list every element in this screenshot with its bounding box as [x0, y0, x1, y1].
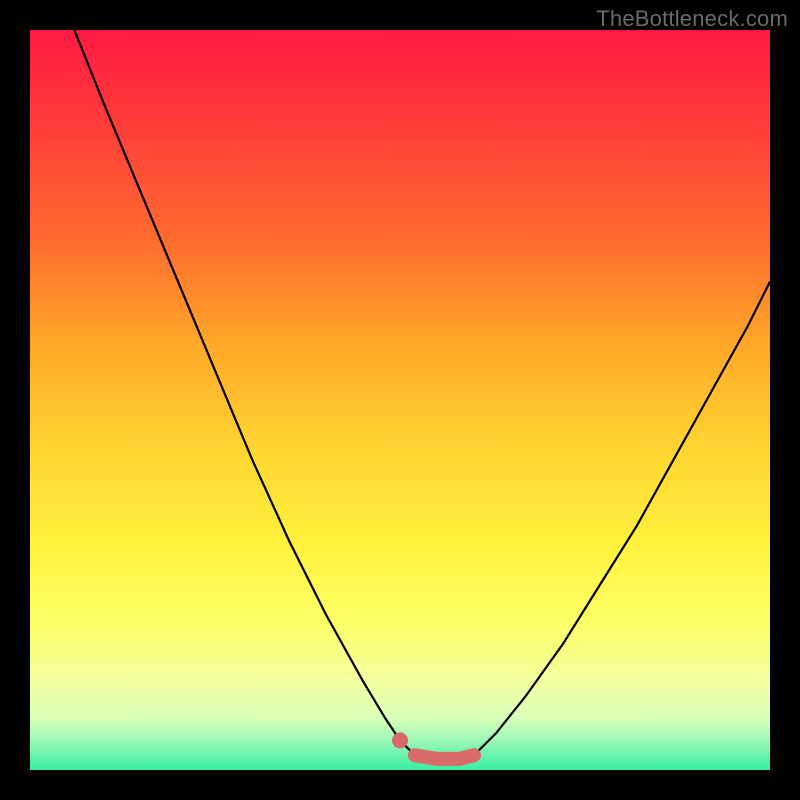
- marker-dot: [392, 732, 408, 748]
- bottom-marker-band: [415, 755, 474, 759]
- curve-layer: [30, 30, 770, 770]
- plot-area: [30, 30, 770, 770]
- left-curve: [74, 30, 414, 755]
- right-curve: [474, 282, 770, 756]
- chart-frame: TheBottleneck.com: [0, 0, 800, 800]
- watermark-text: TheBottleneck.com: [596, 6, 788, 32]
